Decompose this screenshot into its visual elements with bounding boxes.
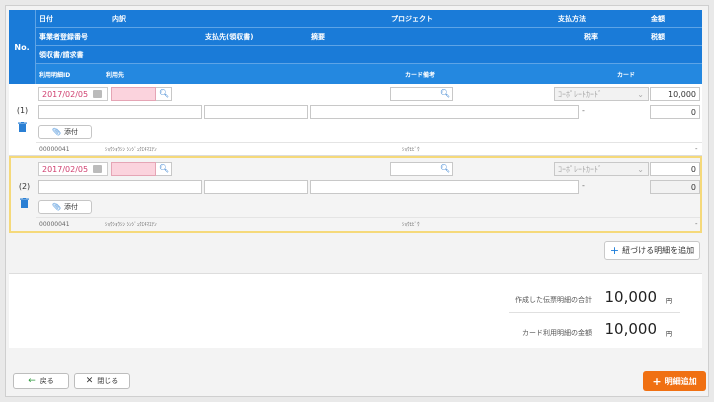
amount-input[interactable]: 0	[650, 162, 700, 176]
use-place: ｼｮｳｼｮｳｼﾝ ｼﾝｼﾞｭｸｴｷﾏｴﾃﾝ	[105, 147, 157, 153]
tax-amount-input[interactable]: 0	[650, 105, 700, 119]
header-payee: 支払先(領収書)	[205, 32, 254, 41]
header-date: 日付	[39, 14, 53, 23]
card-note: ｼｮｳﾋﾋﾞｳ	[402, 222, 420, 228]
header-tax-rate: 税率	[584, 32, 598, 41]
header-row-2: 事業者登録番号 支払先(領収書) 摘要 税率 税額	[36, 28, 702, 46]
card-total-value: 10,000	[604, 320, 658, 338]
search-icon: 🔍︎	[158, 89, 169, 98]
description-input[interactable]	[310, 180, 579, 194]
chevron-down-icon: ⌄	[637, 89, 644, 99]
header-project: プロジェクト	[391, 14, 433, 23]
calendar-icon[interactable]	[93, 165, 102, 173]
detail-id: 00000041	[39, 146, 70, 153]
header-payment-method: 支払方法	[558, 14, 586, 23]
attach-button[interactable]: 📎︎ 添付	[38, 125, 92, 139]
header-breakdown: 内訳	[112, 14, 126, 23]
header-registration-no: 事業者登録番号	[39, 32, 88, 41]
payee-input[interactable]	[204, 180, 308, 194]
back-button[interactable]: ← 戻る	[13, 373, 69, 389]
tax-rate-value: -	[582, 106, 585, 115]
item-number: (1)	[16, 106, 29, 115]
payment-method-select[interactable]: ｺｰﾎﾟﾚｰﾄｶｰﾄﾞ ⌄	[554, 162, 649, 176]
card-value: -	[695, 220, 698, 228]
add-detail-button[interactable]: + 明細追加	[643, 371, 706, 391]
search-icon: 🔍︎	[439, 89, 450, 98]
card-value: -	[695, 145, 698, 153]
header-row-4: 利用明細ID 利用先 カード備考 カード	[36, 64, 702, 84]
registration-no-input[interactable]	[38, 105, 202, 119]
breakdown-search-button[interactable]: 🔍︎	[156, 87, 172, 101]
created-total-value: 10,000	[604, 288, 658, 306]
row-divider	[36, 217, 700, 218]
header-row-3: 領収書/請求書	[36, 46, 702, 64]
search-icon: 🔍︎	[439, 164, 450, 173]
add-linked-detail-button[interactable]: + 紐づける明細を追加	[604, 241, 700, 260]
plus-icon: +	[652, 374, 662, 388]
header-row-1: 日付 内訳 プロジェクト 支払方法 金額	[36, 10, 702, 28]
detail-item-2: (2) 2017/02/05 🔍︎ 🔍︎ ｺｰﾎﾟﾚｰﾄｶｰﾄﾞ ⌄ 0 - 0 …	[9, 156, 702, 233]
card-total-label: カード利用明細の金額	[522, 329, 592, 337]
registration-no-input[interactable]	[38, 180, 202, 194]
header-no: No.	[9, 10, 36, 84]
project-input[interactable]: 🔍︎	[390, 87, 453, 101]
breakdown-search-button[interactable]: 🔍︎	[156, 162, 172, 176]
item-number: (2)	[18, 182, 31, 191]
header-use-place: 利用先	[106, 71, 125, 79]
detail-item-1: (1) 2017/02/05 🔍︎ 🔍︎ ｺｰﾎﾟﾚｰﾄｶｰﾄﾞ ⌄ 10,000…	[9, 84, 702, 156]
header-receipt: 領収書/請求書	[39, 50, 84, 59]
plus-icon: +	[609, 244, 620, 257]
detail-id: 00000041	[39, 221, 70, 228]
close-button[interactable]: ✕ 閉じる	[74, 373, 130, 389]
search-icon: 🔍︎	[158, 164, 169, 173]
trash-icon[interactable]	[20, 198, 29, 208]
header-tax-amount: 税額	[651, 32, 665, 41]
row-divider	[36, 142, 702, 143]
payee-input[interactable]	[204, 105, 308, 119]
created-total-unit: 円	[665, 298, 672, 305]
table-header: No. 日付 内訳 プロジェクト 支払方法 金額 事業者登録番号 支払先(領収書…	[9, 10, 702, 84]
header-description: 摘要	[311, 32, 325, 41]
totals-panel: 作成した伝票明細の合計 10,000 円 カード利用明細の金額 10,000 円	[9, 273, 702, 348]
breakdown-select[interactable]	[111, 87, 156, 101]
card-note: ｼｮｳﾋﾋﾞｳ	[402, 147, 420, 153]
project-input[interactable]: 🔍︎	[390, 162, 453, 176]
arrow-left-icon: ←	[28, 376, 36, 386]
calendar-icon[interactable]	[93, 90, 102, 98]
tax-rate-value: -	[582, 181, 585, 190]
paperclip-icon: 📎︎	[52, 128, 61, 136]
tax-amount-input[interactable]: 0	[650, 180, 700, 194]
card-total-unit: 円	[665, 331, 672, 338]
description-input[interactable]	[310, 105, 579, 119]
header-card-note: カード備考	[405, 71, 436, 79]
amount-input[interactable]: 10,000	[650, 87, 700, 101]
breakdown-select[interactable]	[111, 162, 156, 176]
attach-button[interactable]: 📎︎ 添付	[38, 200, 92, 214]
chevron-down-icon: ⌄	[637, 164, 644, 174]
payment-method-select[interactable]: ｺｰﾎﾟﾚｰﾄｶｰﾄﾞ ⌄	[554, 87, 649, 101]
close-icon: ✕	[85, 376, 94, 386]
created-total-label: 作成した伝票明細の合計	[515, 296, 592, 304]
header-card: カード	[617, 71, 636, 79]
paperclip-icon: 📎︎	[52, 203, 61, 211]
use-place: ｼｮｳｼｮｳｼﾝ ｼﾝｼﾞｭｸｴｷﾏｴﾃﾝ	[105, 222, 157, 228]
header-amount: 金額	[651, 14, 665, 23]
trash-icon[interactable]	[18, 122, 27, 132]
header-detail-id: 利用明細ID	[39, 71, 71, 79]
totals-divider	[509, 312, 680, 313]
